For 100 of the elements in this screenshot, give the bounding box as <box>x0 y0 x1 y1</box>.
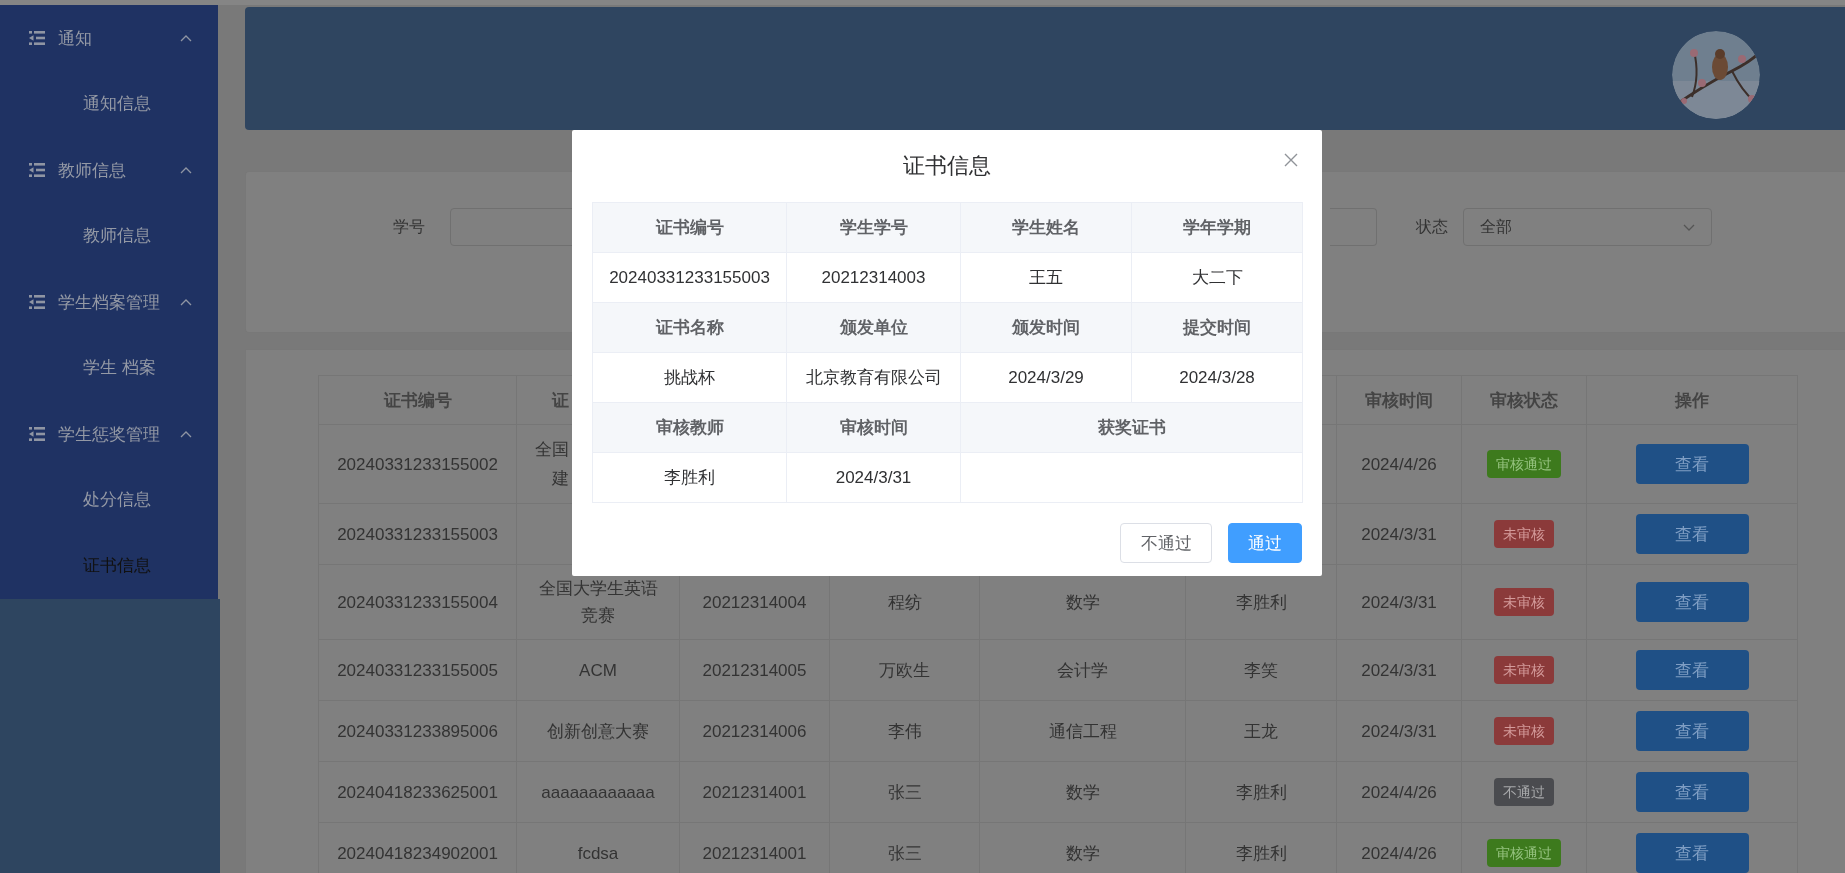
field-label: 证书名称 <box>655 318 724 337</box>
status-tag: 未审核 <box>1494 520 1554 548</box>
field-value: 20212314003 <box>821 267 926 287</box>
view-button[interactable]: 查看 <box>1635 514 1749 554</box>
table-cell: 创新创意大赛 <box>547 721 649 741</box>
menu-group[interactable]: 学生档案管理 <box>0 269 218 335</box>
list-icon <box>29 295 45 309</box>
table-cell: 20212314004 <box>702 592 807 612</box>
field-value: 王五 <box>1029 268 1063 287</box>
approve-button[interactable]: 通过 <box>1228 523 1302 563</box>
field-label: 学生学号 <box>839 218 908 237</box>
menu-group[interactable]: 学生惩奖管理 <box>0 401 218 467</box>
status-tag: 未审核 <box>1494 656 1554 684</box>
field-value: 挑战杯 <box>664 368 715 387</box>
table-cell: 全国大学生英语竞赛 <box>538 579 658 625</box>
view-button[interactable]: 查看 <box>1635 582 1749 622</box>
table-cell: fcdsa <box>577 843 619 863</box>
table-cell: 2024/3/31 <box>1361 592 1437 612</box>
menu-item[interactable]: 通知信息 <box>0 71 218 137</box>
table-cell: 通信工程 <box>1048 721 1117 741</box>
table-cell: 会计学 <box>1057 660 1108 680</box>
table-cell: 20240418234902001 <box>337 843 498 863</box>
field-label: 提交时间 <box>1183 318 1251 337</box>
filter-label: 学号 <box>393 216 425 237</box>
menu-item[interactable]: 学生 档案 <box>0 335 218 401</box>
field-value: 大二下 <box>1191 268 1243 287</box>
table-cell: 20240418233625001 <box>337 782 498 802</box>
table-cell: 20212314006 <box>702 721 807 741</box>
field-label: 审核时间 <box>839 418 908 437</box>
table-cell: 20212314001 <box>702 843 807 863</box>
list-icon <box>29 163 45 177</box>
menu-item[interactable]: 教师信息 <box>0 203 218 269</box>
table-cell: 2024/4/26 <box>1361 782 1437 802</box>
view-button[interactable]: 查看 <box>1635 711 1749 751</box>
table-cell: 2024/3/31 <box>1361 660 1437 680</box>
dialog-title: 证书信息 <box>903 152 991 180</box>
view-button[interactable]: 查看 <box>1635 444 1749 484</box>
status-tag: 审核通过 <box>1487 450 1561 478</box>
table-cell: 2024/4/26 <box>1361 843 1437 863</box>
menu-group[interactable]: 通知 <box>0 5 218 71</box>
table-cell: 张三 <box>887 782 922 802</box>
table-cell: 20212314001 <box>702 782 807 802</box>
field-value: 2024/3/28 <box>1179 367 1255 387</box>
column-header: 审核状态 <box>1490 390 1558 410</box>
field-label: 获奖证书 <box>1097 418 1166 437</box>
table-cell: 20240331233155005 <box>337 660 498 680</box>
table-cell: 李伟 <box>887 721 922 741</box>
status-select[interactable]: 全部 <box>1463 208 1712 246</box>
table-cell: 李胜利 <box>1235 843 1287 863</box>
table-cell-text: 全国 <box>534 439 569 461</box>
view-button[interactable]: 查看 <box>1635 833 1749 873</box>
reject-button[interactable]: 不通过 <box>1120 523 1212 563</box>
table-cell: 20212314005 <box>702 660 807 680</box>
view-button[interactable]: 查看 <box>1635 650 1749 690</box>
table-cell: 数学 <box>1065 782 1100 802</box>
status-tag: 审核通过 <box>1487 839 1561 867</box>
menu-item[interactable]: 处分信息 <box>0 467 218 533</box>
status-tag: 未审核 <box>1494 717 1554 745</box>
table-cell: 数学 <box>1065 592 1100 612</box>
view-button[interactable]: 查看 <box>1635 772 1749 812</box>
column-header: 审核时间 <box>1365 390 1433 410</box>
column-header: 操作 <box>1675 390 1709 410</box>
field-label: 证书编号 <box>655 218 724 237</box>
table-cell: 李胜利 <box>1235 782 1287 802</box>
table-cell: 李胜利 <box>1235 592 1287 612</box>
table-cell: aaaaaaaaaaaa <box>541 782 655 802</box>
table-cell: 20240331233155002 <box>337 454 498 474</box>
field-label: 学年学期 <box>1183 218 1251 237</box>
field-label: 颁发时间 <box>1012 318 1080 337</box>
filter-label: 状态 <box>1416 216 1448 237</box>
field-value: 2024/3/29 <box>1008 367 1084 387</box>
field-label: 颁发单位 <box>839 318 908 337</box>
field-label: 审核教师 <box>655 418 724 437</box>
table-cell: 程纺 <box>887 592 922 612</box>
chevron-down-icon <box>1683 223 1695 231</box>
table-cell: 万欧生 <box>879 660 930 680</box>
table-cell: 2024/3/31 <box>1361 721 1437 741</box>
close-icon[interactable] <box>1284 153 1298 167</box>
table-cell: 2024/3/31 <box>1361 524 1437 544</box>
field-value: 2024/3/31 <box>835 467 912 487</box>
table-cell: 数学 <box>1065 843 1100 863</box>
table-cell-text: 建 <box>551 468 569 490</box>
list-icon <box>29 427 45 441</box>
menu-group[interactable]: 教师信息 <box>0 137 218 203</box>
table-cell: 20240331233155003 <box>337 524 498 544</box>
column-header: 证书编号 <box>383 390 452 410</box>
field-value: 20240331233155003 <box>609 267 770 287</box>
table-cell: ACM <box>579 660 617 680</box>
table-cell: 2024/4/26 <box>1361 454 1437 474</box>
column-header: 证 <box>552 390 569 410</box>
table-cell: 20240331233895006 <box>337 721 498 741</box>
field-value: 李胜利 <box>664 468 715 487</box>
status-tag: 未审核 <box>1494 588 1554 616</box>
table-cell: 王龙 <box>1244 721 1278 741</box>
field-label: 学生姓名 <box>1012 218 1080 237</box>
list-icon <box>29 31 45 45</box>
table-cell: 张三 <box>887 843 922 863</box>
field-value: 北京教育有限公司 <box>805 368 942 387</box>
table-cell: 李笑 <box>1244 660 1278 680</box>
table-cell: 20240331233155004 <box>337 592 498 612</box>
